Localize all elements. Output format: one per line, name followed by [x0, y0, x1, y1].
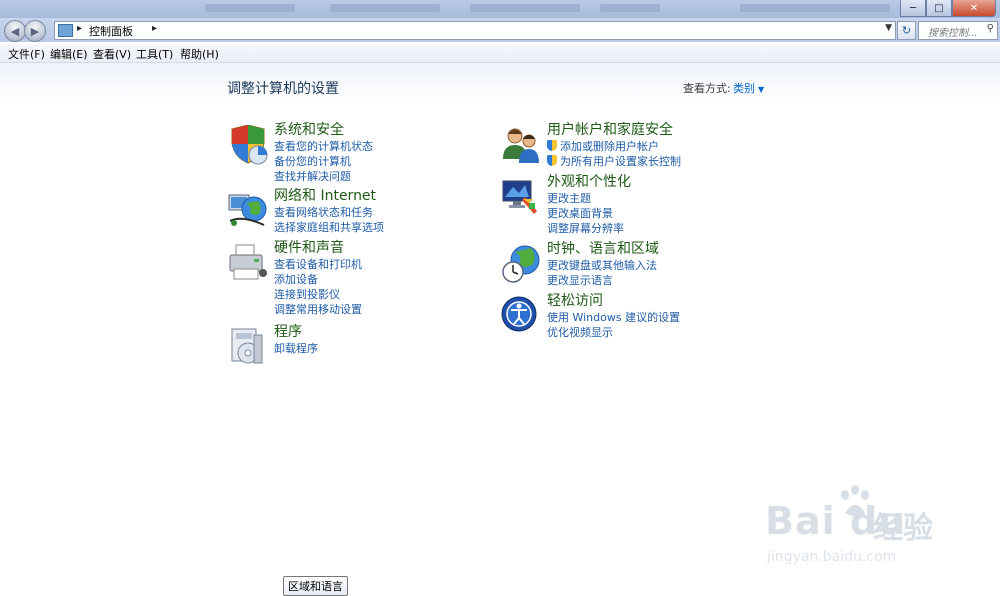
- category-links: 更改键盘或其他输入法 更改显示语言: [547, 258, 657, 288]
- chevron-right-icon[interactable]: ▸: [152, 23, 157, 34]
- watermark: Bai du 经验 jingyan.baidu.com: [765, 485, 965, 575]
- category-links: 使用 Windows 建议的设置 优化视频显示: [547, 310, 680, 340]
- link-display-language[interactable]: 更改显示语言: [547, 273, 657, 288]
- minimize-button[interactable]: ─: [900, 0, 926, 17]
- link-uninstall-program[interactable]: 卸载程序: [274, 341, 318, 356]
- refresh-icon: ↻: [901, 24, 912, 37]
- link-desktop-background[interactable]: 更改桌面背景: [547, 206, 624, 221]
- link-view-computer-status[interactable]: 查看您的计算机状态: [274, 139, 373, 154]
- back-button[interactable]: ◀: [4, 20, 26, 42]
- background-tab: [600, 4, 660, 12]
- programs-icon[interactable]: [228, 327, 268, 367]
- link-add-remove-accounts[interactable]: 添加或删除用户帐户: [547, 139, 681, 154]
- category-title[interactable]: 外观和个性化: [547, 171, 631, 191]
- watermark-brand-cn: 经验: [873, 511, 933, 546]
- refresh-button[interactable]: ↻: [897, 21, 916, 40]
- view-by-dropdown[interactable]: 类别 ▼: [733, 80, 764, 96]
- background-tab: [740, 4, 890, 12]
- link-troubleshoot[interactable]: 查找并解决问题: [274, 169, 373, 184]
- search-icon[interactable]: ⚲: [987, 23, 994, 34]
- page-title: 调整计算机的设置: [227, 81, 339, 97]
- view-by-label: 查看方式:: [683, 82, 731, 95]
- link-parental-controls[interactable]: 为所有用户设置家长控制: [547, 154, 681, 169]
- link-recommended-settings[interactable]: 使用 Windows 建议的设置: [547, 310, 680, 325]
- background-tab: [330, 4, 440, 12]
- link-connect-projector[interactable]: 连接到投影仪: [274, 287, 362, 302]
- link-label[interactable]: 添加或删除用户帐户: [560, 140, 659, 153]
- background-tab: [470, 4, 580, 12]
- maximize-button[interactable]: □: [926, 0, 952, 17]
- chevron-right-icon[interactable]: ▸: [77, 23, 82, 34]
- breadcrumb-control-panel[interactable]: 控制面板: [89, 23, 133, 39]
- link-backup-computer[interactable]: 备份您的计算机: [274, 154, 373, 169]
- menu-edit[interactable]: 编辑(E): [50, 46, 88, 62]
- category-title[interactable]: 系统和安全: [274, 119, 344, 139]
- link-homegroup-sharing[interactable]: 选择家庭组和共享选项: [274, 220, 384, 235]
- category-links: 卸载程序: [274, 341, 318, 356]
- category-links: 查看设备和打印机 添加设备 连接到投影仪 调整常用移动设置: [274, 257, 362, 317]
- link-optimize-display[interactable]: 优化视频显示: [547, 325, 680, 340]
- window-title-bar: ─ □ ✕: [0, 0, 1000, 18]
- menu-bar: 文件(F) 编辑(E) 查看(V) 工具(T) 帮助(H): [0, 44, 1000, 63]
- accessibility-icon[interactable]: [501, 296, 541, 336]
- address-dropdown-icon[interactable]: ▼: [885, 23, 892, 33]
- control-panel-icon: [58, 24, 73, 37]
- search-input[interactable]: 搜索控制... ⚲: [918, 21, 998, 40]
- view-by-value[interactable]: 类别: [733, 82, 755, 95]
- category-title[interactable]: 硬件和声音: [274, 237, 344, 257]
- forward-button[interactable]: ▶: [24, 20, 46, 42]
- watermark-url: jingyan.baidu.com: [767, 549, 897, 565]
- link-devices-printers[interactable]: 查看设备和打印机: [274, 257, 362, 272]
- menu-file[interactable]: 文件(F): [8, 46, 45, 62]
- category-title[interactable]: 程序: [274, 321, 302, 341]
- globe-clock-icon[interactable]: [501, 244, 541, 284]
- uac-shield-icon: [547, 155, 557, 166]
- users-icon[interactable]: [501, 125, 541, 165]
- category-links: 更改主题 更改桌面背景 调整屏幕分辨率: [547, 191, 624, 236]
- category-links: 添加或删除用户帐户 为所有用户设置家长控制: [547, 139, 681, 169]
- link-add-device[interactable]: 添加设备: [274, 272, 362, 287]
- address-bar[interactable]: ▸ 控制面板 ▸ ▼: [54, 21, 896, 40]
- appearance-icon[interactable]: [501, 177, 541, 217]
- network-icon[interactable]: [228, 191, 268, 231]
- background-tab: [205, 4, 295, 12]
- search-placeholder: 搜索控制...: [928, 28, 978, 39]
- uac-shield-icon: [547, 140, 557, 151]
- link-label[interactable]: 为所有用户设置家长控制: [560, 155, 681, 168]
- category-title[interactable]: 网络和 Internet: [274, 185, 376, 205]
- menu-view[interactable]: 查看(V): [93, 46, 131, 62]
- navigation-bar: ◀ ▶ ▸ 控制面板 ▸ ▼ ↻ 搜索控制... ⚲: [0, 18, 1000, 42]
- window-controls: ─ □ ✕: [900, 0, 996, 17]
- shield-icon[interactable]: [228, 125, 268, 165]
- chevron-down-icon[interactable]: ▼: [758, 85, 764, 94]
- tooltip: 区域和语言: [283, 576, 348, 596]
- close-button[interactable]: ✕: [952, 0, 996, 17]
- menu-tools[interactable]: 工具(T): [136, 46, 173, 62]
- category-links: 查看您的计算机状态 备份您的计算机 查找并解决问题: [274, 139, 373, 184]
- printer-icon[interactable]: [228, 243, 268, 283]
- forward-arrow-icon: ▶: [30, 24, 40, 38]
- back-arrow-icon: ◀: [10, 24, 20, 38]
- category-title[interactable]: 时钟、语言和区域: [547, 238, 659, 258]
- menu-help[interactable]: 帮助(H): [180, 46, 219, 62]
- link-mobility-settings[interactable]: 调整常用移动设置: [274, 302, 362, 317]
- link-change-theme[interactable]: 更改主题: [547, 191, 624, 206]
- link-screen-resolution[interactable]: 调整屏幕分辨率: [547, 221, 624, 236]
- category-title[interactable]: 用户帐户和家庭安全: [547, 119, 673, 139]
- link-network-status[interactable]: 查看网络状态和任务: [274, 205, 384, 220]
- category-links: 查看网络状态和任务 选择家庭组和共享选项: [274, 205, 384, 235]
- link-keyboard-input[interactable]: 更改键盘或其他输入法: [547, 258, 657, 273]
- category-title[interactable]: 轻松访问: [547, 290, 603, 310]
